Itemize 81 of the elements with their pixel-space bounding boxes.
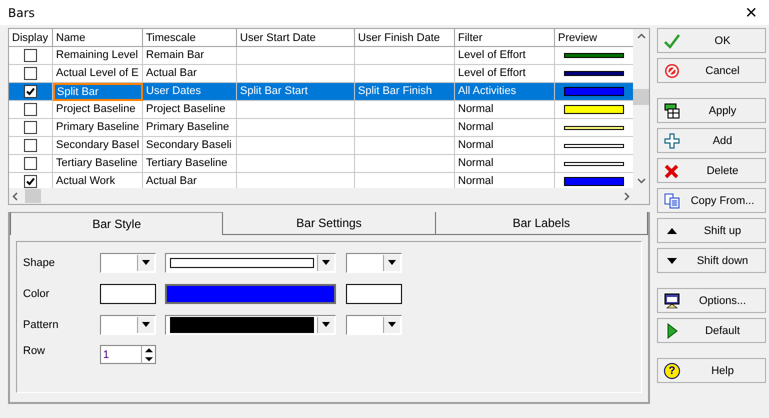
caret-icon (142, 260, 150, 265)
table-cell: User Dates (143, 83, 237, 101)
copy-icon (664, 192, 680, 208)
help-icon: ? (664, 362, 680, 378)
color-swatch[interactable] (100, 284, 156, 304)
row-field[interactable]: 1 (100, 345, 141, 364)
dialog-button[interactable]: Apply (657, 98, 766, 123)
field-label: Pattern (23, 318, 60, 330)
table-cell: Normal (455, 119, 555, 137)
dropdown[interactable] (165, 252, 336, 272)
table-cell: Split Bar Start (237, 83, 355, 101)
field-label: Shape (23, 256, 56, 268)
dialog-button[interactable]: Delete (657, 158, 766, 183)
table-cell: Tertiary Baseline (53, 155, 143, 173)
caret-icon (142, 322, 150, 327)
table-cell: Split Bar (53, 83, 143, 101)
monitor-icon (664, 292, 680, 308)
column-header[interactable]: Display (9, 29, 53, 47)
table-cell: Remain Bar (143, 47, 237, 65)
table-cell: Normal (455, 155, 555, 173)
table-cell: Tertiary Baseline (143, 155, 237, 173)
dropdown[interactable] (165, 314, 336, 334)
tab[interactable]: Bar Labels (436, 212, 648, 235)
tab[interactable]: Bar Style (10, 212, 224, 235)
scroll-thumb[interactable] (25, 189, 41, 203)
dialog-button[interactable]: Shift down (657, 248, 766, 273)
table-cell: Normal (455, 101, 555, 119)
delete-icon (664, 162, 680, 178)
table-cell: Normal (455, 137, 555, 155)
dialog-button[interactable]: Options... (657, 288, 766, 313)
table-cell: Level of Effort (455, 47, 555, 65)
checkbox[interactable] (24, 85, 37, 98)
table-cell: Project Baseline (53, 101, 143, 119)
scroll-thumb[interactable] (633, 88, 649, 104)
table-cell: Split Bar Finish (355, 83, 455, 101)
table-cell: Secondary Baseli (143, 137, 237, 155)
dialog-button[interactable]: Default (657, 318, 766, 343)
scroll-down-icon[interactable] (636, 177, 646, 184)
table-cell: Remaining Level (53, 47, 143, 65)
color-swatch[interactable] (165, 284, 336, 304)
dialog-button[interactable]: Add (657, 128, 766, 153)
table-cell: All Activities (455, 83, 555, 101)
add-icon (664, 132, 680, 148)
checkbox[interactable] (24, 49, 37, 62)
scroll-left-icon[interactable] (12, 192, 19, 200)
checkbox[interactable] (24, 139, 37, 152)
caret-icon (388, 322, 396, 327)
dialog-button[interactable]: Cancel (657, 58, 766, 83)
field-label: Color (23, 288, 50, 300)
checkbox[interactable] (24, 67, 37, 80)
color-swatch[interactable] (346, 284, 402, 304)
dialog-button[interactable]: ? Help (657, 358, 766, 383)
table-cell: Primary Baseline (143, 119, 237, 137)
checkbox[interactable] (24, 157, 37, 170)
table-icon (664, 102, 680, 118)
caret-icon (322, 260, 330, 265)
column-header[interactable]: User Start Date (237, 29, 355, 47)
column-header[interactable]: Name (53, 29, 143, 47)
check-icon (664, 32, 680, 48)
caret-icon (388, 260, 396, 265)
dialog-button[interactable]: Shift up (657, 218, 766, 243)
checkbox[interactable] (24, 121, 37, 134)
caret-icon (322, 322, 330, 327)
window-title: Bars (8, 6, 35, 20)
column-header[interactable]: User Finish Date (355, 29, 455, 47)
scroll-right-icon[interactable] (623, 192, 630, 200)
table-cell: Project Baseline (143, 101, 237, 119)
table-cell: Primary Baseline (53, 119, 143, 137)
cancel-icon (664, 62, 680, 78)
checkbox[interactable] (24, 175, 37, 188)
checkbox[interactable] (24, 103, 37, 116)
column-header[interactable]: Filter (455, 29, 555, 47)
spin-up-icon (142, 346, 156, 354)
table-cell: Secondary Basel (53, 137, 143, 155)
field-label: Row (23, 345, 46, 357)
close-button[interactable]: × (745, 2, 757, 22)
dialog-button[interactable]: OK (657, 28, 766, 53)
tab[interactable]: Bar Settings (223, 212, 436, 235)
column-header[interactable]: Timescale (143, 29, 237, 47)
dialog-button[interactable]: Copy From... (657, 188, 766, 213)
scroll-up-icon[interactable] (636, 33, 646, 40)
